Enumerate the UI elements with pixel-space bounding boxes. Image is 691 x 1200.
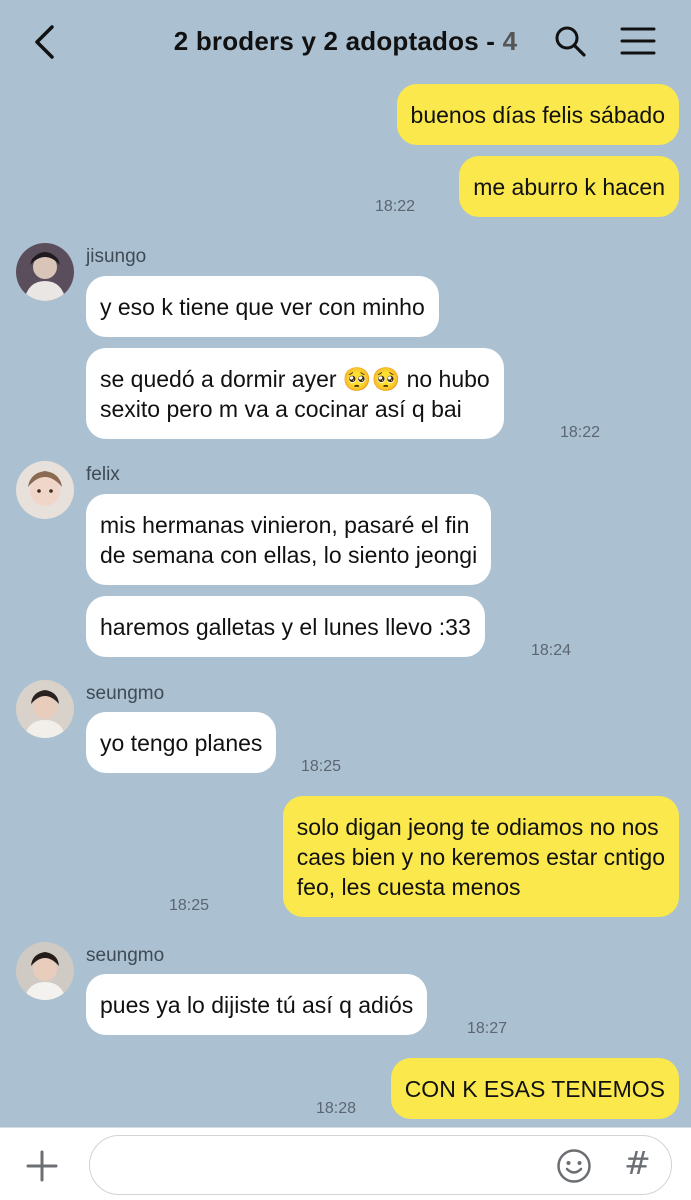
hashtag-icon[interactable]: # bbox=[624, 1144, 651, 1182]
search-icon[interactable] bbox=[553, 24, 587, 58]
their-message-bubble[interactable]: pues ya lo dijiste tú así q adiós bbox=[86, 974, 428, 1035]
my-message-bubble[interactable]: buenos días felis sábado bbox=[396, 84, 679, 145]
their-message-bubble[interactable]: se quedó a dormir ayer 🥺🥺 no hubo sexito… bbox=[86, 348, 504, 439]
message-timestamp: 18:22 bbox=[560, 424, 601, 441]
my-message-bubble[interactable]: solo digan jeong te odiamos no nos caes … bbox=[282, 796, 679, 917]
message-timestamp: 18:25 bbox=[169, 897, 210, 914]
chat-title: 2 broders y 2 adoptados - 4 bbox=[0, 26, 691, 57]
sender-name: seungmo bbox=[86, 945, 165, 966]
message-timestamp: 18:22 bbox=[375, 198, 416, 215]
sender-name: felix bbox=[86, 464, 120, 485]
avatar[interactable] bbox=[16, 680, 74, 738]
message-timestamp: 18:28 bbox=[316, 1100, 357, 1117]
sender-name: jisungo bbox=[86, 246, 147, 267]
chat-title-text: 2 broders y 2 adoptados - bbox=[173, 26, 503, 56]
avatar[interactable] bbox=[16, 461, 74, 519]
message-composer: # bbox=[0, 1127, 691, 1200]
message-timestamp: 18:25 bbox=[301, 758, 342, 775]
member-count: 4 bbox=[502, 26, 518, 56]
avatar[interactable] bbox=[16, 243, 74, 301]
my-message-bubble[interactable]: me aburro k hacen bbox=[459, 156, 679, 217]
avatar[interactable] bbox=[16, 942, 74, 1000]
message-timestamp: 18:27 bbox=[467, 1020, 508, 1037]
menu-icon[interactable] bbox=[620, 26, 656, 56]
their-message-bubble[interactable]: yo tengo planes bbox=[86, 712, 277, 773]
emoji-icon[interactable] bbox=[556, 1148, 592, 1184]
plus-icon[interactable] bbox=[22, 1146, 62, 1186]
their-message-bubble[interactable]: haremos galletas y el lunes llevo :33 bbox=[86, 596, 485, 657]
my-message-bubble[interactable]: CON K ESAS TENEMOS bbox=[390, 1058, 679, 1119]
their-message-bubble[interactable]: y eso k tiene que ver con minho bbox=[86, 276, 439, 337]
chat-header: 2 broders y 2 adoptados - 4 bbox=[0, 0, 691, 84]
message-timestamp: 18:24 bbox=[531, 642, 572, 659]
their-message-bubble[interactable]: mis hermanas vinieron, pasaré el fin de … bbox=[86, 494, 492, 585]
sender-name: seungmo bbox=[86, 683, 165, 704]
